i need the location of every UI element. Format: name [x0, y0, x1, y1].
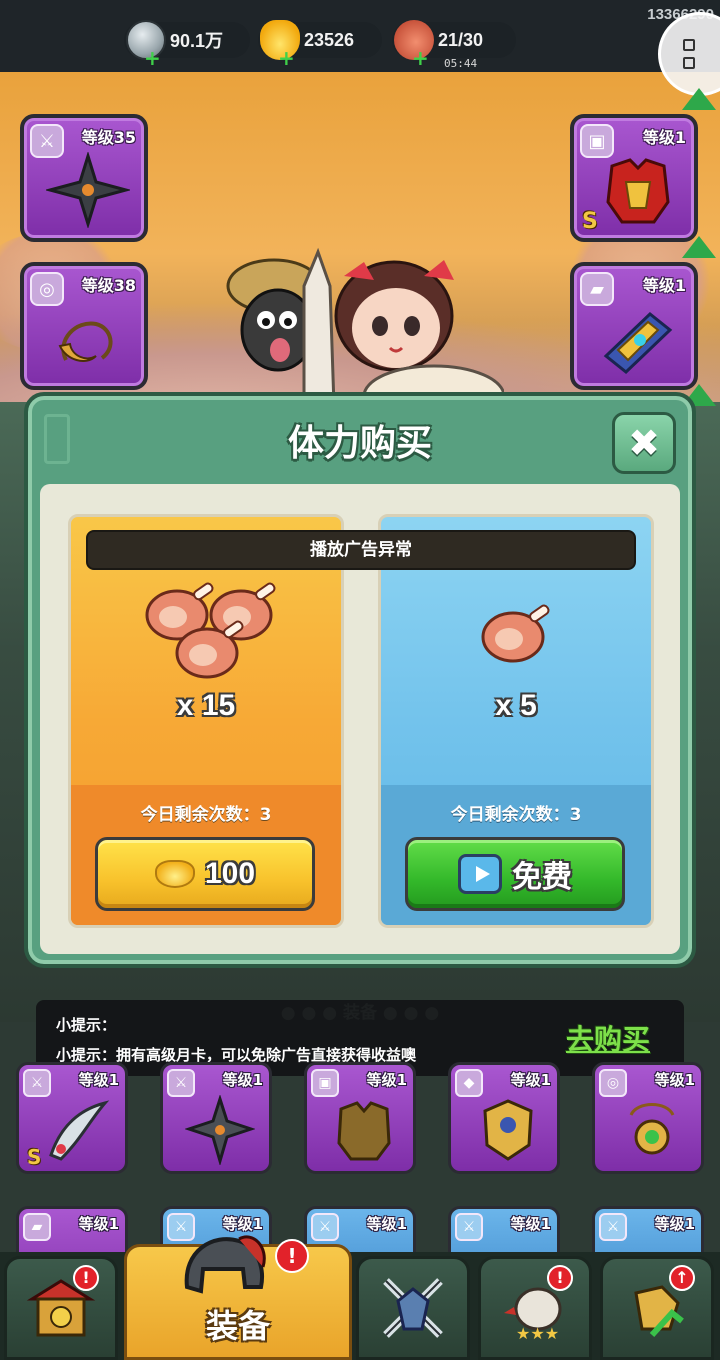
nav-equipment[interactable]: ! 装备	[124, 1235, 352, 1360]
hero-character	[226, 247, 504, 406]
card-footer: 今日剩余次数：3 100	[71, 785, 341, 925]
item-level: 等级1	[654, 1071, 695, 1089]
slot-level: 等级1	[642, 128, 686, 147]
sword-icon: ⚔	[311, 1213, 339, 1241]
item-level: 等级1	[366, 1071, 407, 1089]
slot-level: 等级35	[81, 128, 136, 147]
inventory-item[interactable]: ◎ 等级1	[592, 1062, 704, 1174]
nav-shop[interactable]: !	[4, 1256, 118, 1360]
tip-title: 小提示：	[56, 1016, 117, 1034]
upgrade-arrow-badge: ↑	[669, 1265, 695, 1291]
stamina-amount: 21/30	[438, 29, 484, 50]
bracer-icon	[603, 312, 673, 374]
amulet-icon	[58, 321, 113, 362]
equip-slot-armor[interactable]: ▣ 等级1 S	[570, 114, 698, 242]
shuriken-icon	[46, 152, 130, 228]
gold-counter[interactable]: + 23526	[258, 20, 382, 68]
stamina-amount-label: x 5	[495, 689, 537, 722]
grade-badge: S	[582, 209, 598, 234]
silver-amount: 90.1万	[170, 31, 224, 51]
add-stamina-icon[interactable]: +	[412, 48, 429, 68]
item-level: 等级1	[78, 1071, 119, 1089]
armor-icon: ▣	[311, 1069, 339, 1097]
go-buy-link[interactable]: 去购买	[566, 1018, 650, 1058]
scimitar-icon	[49, 1100, 110, 1161]
item-level: 等级1	[654, 1215, 695, 1233]
notification-badge: !	[547, 1265, 573, 1291]
item-level: 等级1	[366, 1215, 407, 1233]
sword-icon: ⚔	[23, 1069, 51, 1097]
amulet-icon	[629, 1103, 675, 1155]
inventory-item[interactable]: ◆ 等级1	[448, 1062, 560, 1174]
inventory-item[interactable]: ⚔ 等级1	[160, 1062, 272, 1174]
grid-menu-icon	[683, 39, 695, 51]
notification-badge: !	[275, 1239, 309, 1273]
free-label: 免费	[512, 861, 572, 894]
buy-with-gold-button[interactable]: 100	[95, 837, 315, 911]
upgrade-arrow-icon	[682, 88, 716, 110]
item-level: 等级1	[78, 1215, 119, 1233]
gold-amount: 23526	[304, 29, 355, 50]
svg-text:★★★: ★★★	[516, 1324, 559, 1343]
equip-slot-boots[interactable]: ▰ 等级1	[570, 262, 698, 390]
sword-icon: ⚔	[455, 1213, 483, 1241]
watch-ad-free-button[interactable]: 免费	[405, 837, 625, 911]
item-level: 等级1	[510, 1215, 551, 1233]
chest-armor-icon	[337, 1101, 391, 1161]
bottom-nav: ! ! 装备 ★★★ ! ↑	[0, 1235, 720, 1360]
nav-upgrade[interactable]: ↑	[600, 1256, 714, 1360]
inventory-item[interactable]: ⚔ 等级1 S	[16, 1062, 128, 1174]
ornate-armor-icon	[483, 1099, 533, 1161]
close-icon: ✖	[628, 421, 660, 465]
inventory-item[interactable]: ▣ 等级1	[304, 1062, 416, 1174]
remaining-count: 今日剩余次数：3	[140, 805, 272, 825]
sword-icon: ⚔	[167, 1069, 195, 1097]
dialog-title: 体力购买	[287, 423, 432, 464]
resource-bar: + 90.1万 + 23526 + 21/30 05:44 13366290	[0, 0, 720, 96]
nav-battle[interactable]	[356, 1256, 470, 1360]
slot-level: 等级1	[642, 276, 686, 295]
add-silver-icon[interactable]: +	[144, 48, 161, 68]
gold-ingot-icon	[154, 860, 195, 888]
card-footer: 今日剩余次数：3 免费	[381, 785, 651, 925]
shuriken-icon	[185, 1095, 255, 1165]
equip-slot-accessory[interactable]: ◎ 等级38	[20, 262, 148, 390]
stamina-amount-label: x 15	[176, 689, 236, 722]
stamina-counter[interactable]: + 21/30 05:44	[392, 20, 516, 70]
equip-slot-weapon[interactable]: ⚔ 等级35	[20, 114, 148, 242]
helmet-icon: ◆	[455, 1069, 483, 1097]
nav-pets[interactable]: ★★★ !	[478, 1256, 592, 1360]
item-level: 等级1	[510, 1071, 551, 1089]
purchase-option-gold: x 15 今日剩余次数：3 100	[68, 514, 344, 928]
stamina-timer: 05:44	[444, 57, 478, 70]
purchase-option-ad: x 5 今日剩余次数：3 免费	[378, 514, 654, 928]
item-level: 等级1	[222, 1071, 263, 1089]
meat-bundle-icon	[145, 582, 276, 679]
chest-armor-icon	[606, 158, 670, 224]
upgrade-arrow-icon	[682, 236, 716, 258]
crossed-swords-icon	[383, 1278, 443, 1338]
close-button[interactable]: ✖	[612, 412, 676, 474]
medal-icon: ◎	[599, 1069, 627, 1097]
slot-level: 等级38	[81, 276, 136, 295]
nav-equipment-label: 装备	[205, 1307, 270, 1345]
tv-play-icon	[458, 854, 502, 894]
ad-error-banner: 播放广告异常	[86, 530, 636, 570]
meat-icon	[481, 604, 550, 663]
silver-counter[interactable]: + 90.1万	[124, 20, 250, 68]
add-gold-icon[interactable]: +	[278, 48, 295, 68]
grade-badge: S	[27, 1145, 42, 1169]
stamina-purchase-dialog: 体力购买 ✖ x 15 今日剩余次数：3 100 x 5 今日剩余次数：3 免费…	[24, 392, 696, 968]
price-label: 100	[204, 857, 256, 890]
notification-badge: !	[73, 1265, 99, 1291]
boot-icon: ▰	[23, 1213, 51, 1241]
remaining-count: 今日剩余次数：3	[450, 805, 582, 825]
sword-icon: ⚔	[599, 1213, 627, 1241]
